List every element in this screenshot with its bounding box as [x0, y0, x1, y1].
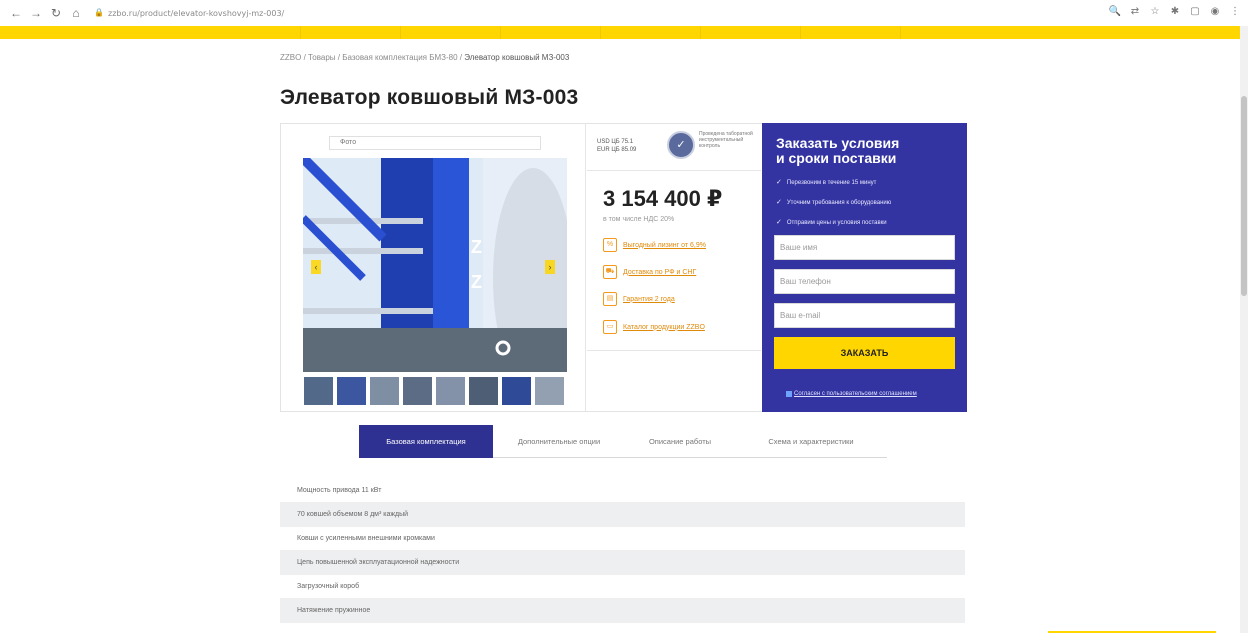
spec-row: Ковши с усиленными внешними кромками	[280, 527, 965, 551]
order-form-panel: Заказать условия и сроки поставки ✓ Перез…	[762, 123, 967, 412]
back-icon[interactable]: ←	[8, 5, 24, 21]
usd-rate: USD ЦБ 75.1	[597, 139, 634, 145]
breadcrumb-link-goods[interactable]: Товары	[308, 53, 336, 62]
profile-icon[interactable]: ◉	[1208, 5, 1222, 19]
product-gallery: Фото Z Z ‹ ›	[281, 124, 586, 411]
forward-icon[interactable]: →	[28, 5, 44, 21]
bookmark-star-icon[interactable]: ☆	[1148, 5, 1162, 19]
gallery-thumbnail[interactable]	[402, 376, 433, 406]
perk-leasing[interactable]: % Выгодный лизинг от 6,9%	[603, 238, 706, 252]
perk-label[interactable]: Доставка по РФ и СНГ	[623, 269, 696, 276]
eur-rate: EUR ЦБ 85.09	[597, 147, 637, 153]
breadcrumb-link-home[interactable]: ZZBO	[280, 53, 301, 62]
gallery-thumbnail[interactable]	[369, 376, 400, 406]
price-column: USD ЦБ 75.1 EUR ЦБ 85.09 ✓ Проведена таб…	[587, 124, 761, 411]
address-bar[interactable]: 🔒 zzbo.ru/product/elevator-kovshovyj-mz-…	[94, 9, 284, 18]
benefit-text: Уточним требования к оборудованию	[786, 200, 892, 206]
gallery-thumbnail[interactable]	[534, 376, 565, 406]
check-icon: ✓	[776, 199, 782, 206]
perk-catalog[interactable]: ▭ Каталог продукции ZZBO	[603, 320, 705, 334]
photo-tab[interactable]: Фото	[329, 136, 541, 150]
name-field[interactable]: Ваше имя	[774, 235, 955, 260]
thumbnail-strip	[303, 376, 565, 406]
vat-note: в том числе НДС 20%	[603, 216, 675, 223]
site-header-bar	[0, 26, 1240, 39]
tab-operation-description[interactable]: Описание работы	[625, 425, 735, 458]
gallery-next-arrow-icon[interactable]: ›	[545, 260, 555, 274]
catalog-icon: ▭	[603, 320, 617, 334]
divider	[587, 170, 761, 171]
check-icon: ✓	[776, 179, 782, 186]
benefit-item: ✓ Уточним требования к оборудованию	[776, 198, 891, 206]
tab-scheme-characteristics[interactable]: Схема и характеристики	[735, 425, 887, 458]
product-tabs: Базовая комплектация Дополнительные опци…	[359, 425, 887, 458]
consent-checkbox[interactable]: Согласен с пользовательским соглашением	[786, 391, 917, 397]
gallery-thumbnail[interactable]	[435, 376, 466, 406]
phone-field[interactable]: Ваш телефон	[774, 269, 955, 294]
order-title-line: и сроки поставки	[776, 150, 897, 166]
currency-rates: USD ЦБ 75.1 EUR ЦБ 85.09	[597, 138, 636, 154]
email-field[interactable]: Ваш e-mail	[774, 303, 955, 328]
reload-icon[interactable]: ↻	[48, 5, 64, 21]
svg-text:Z: Z	[471, 237, 482, 257]
spec-row: Мощность привода 11 кВт	[280, 479, 965, 503]
zoom-icon[interactable]: 🔍	[1108, 5, 1122, 19]
perk-guarantee[interactable]: ▤ Гарантия 2 года	[603, 292, 675, 306]
spec-row: 70 ковшей объемом 8 дм³ каждый	[280, 503, 965, 527]
truck-icon: ⛟	[603, 265, 617, 279]
tab-base-configuration[interactable]: Базовая комплектация	[359, 425, 493, 458]
perk-delivery[interactable]: ⛟ Доставка по РФ и СНГ	[603, 265, 696, 279]
page-scrollbar[interactable]	[1240, 26, 1248, 633]
menu-icon[interactable]: ⋮	[1228, 5, 1242, 19]
gallery-thumbnail[interactable]	[303, 376, 334, 406]
guarantee-icon: ▤	[603, 292, 617, 306]
home-icon[interactable]: ⌂	[68, 5, 84, 21]
gallery-thumbnail[interactable]	[336, 376, 367, 406]
badge-caption: Проведена таборатной инструментальный ко…	[699, 131, 753, 149]
spec-row: Цепь повышенной эксплуатационной надежно…	[280, 551, 965, 575]
product-photo[interactable]: Z Z	[303, 158, 567, 372]
consent-label[interactable]: Согласен с пользовательским соглашением	[794, 391, 917, 397]
order-form-title: Заказать условия и сроки поставки	[776, 136, 899, 166]
benefit-item: ✓ Отправим цены и условия поставки	[776, 218, 887, 226]
spec-row: Натяжение пружинное	[280, 599, 965, 623]
gallery-thumbnail[interactable]	[501, 376, 532, 406]
breadcrumb-current: Элеватор ковшовый МЗ-003	[464, 53, 570, 62]
divider	[587, 350, 761, 351]
leasing-icon: %	[603, 238, 617, 252]
extensions-icon[interactable]: ✱	[1168, 5, 1182, 19]
elevator-illustration: Z Z	[303, 158, 567, 372]
translate-icon[interactable]: ⇄	[1128, 5, 1142, 19]
perk-label[interactable]: Каталог продукции ZZBO	[623, 324, 705, 331]
breadcrumb-link-category[interactable]: Базовая комплектация БМЗ-80	[342, 53, 457, 62]
order-title-line: Заказать условия	[776, 135, 900, 151]
benefit-text: Отправим цены и условия поставки	[786, 220, 887, 226]
url-text: zzbo.ru/product/elevator-kovshovyj-mz-00…	[108, 8, 285, 18]
order-submit-button[interactable]: ЗАКАЗАТЬ	[774, 337, 955, 369]
gallery-thumbnail[interactable]	[468, 376, 499, 406]
product-price: 3 154 400 ₽	[603, 186, 723, 211]
lock-icon: 🔒	[94, 8, 104, 17]
check-icon: ✓	[776, 219, 782, 226]
spec-row: Загрузочный короб	[280, 575, 965, 599]
perk-label[interactable]: Гарантия 2 года	[623, 296, 675, 303]
tab-additional-options[interactable]: Дополнительные опции	[493, 425, 625, 458]
benefit-item: ✓ Перезвоним в течение 15 минут	[776, 178, 876, 186]
browser-toolbar: ← → ↻ ⌂ 🔒 zzbo.ru/product/elevator-kovsh…	[0, 0, 1248, 26]
spec-list: Мощность привода 11 кВт 70 ковшей объемо…	[280, 479, 965, 623]
window-icon[interactable]: ▢	[1188, 5, 1202, 19]
benefit-text: Перезвоним в течение 15 минут	[786, 180, 877, 186]
svg-text:Z: Z	[471, 272, 482, 292]
product-card: Фото Z Z ‹ › USD ЦБ 75.1 EUR ЦБ 85.09 ✓ …	[280, 123, 967, 412]
perk-label[interactable]: Выгодный лизинг от 6,9%	[623, 242, 706, 249]
gallery-prev-arrow-icon[interactable]: ‹	[311, 260, 321, 274]
page-title: Элеватор ковшовый МЗ-003	[280, 86, 579, 109]
scrollbar-thumb[interactable]	[1241, 96, 1247, 296]
breadcrumb: ZZBO / Товары / Базовая комплектация БМЗ…	[280, 53, 570, 62]
quality-check-badge-icon: ✓	[667, 131, 695, 159]
checkbox-icon[interactable]	[786, 391, 792, 397]
